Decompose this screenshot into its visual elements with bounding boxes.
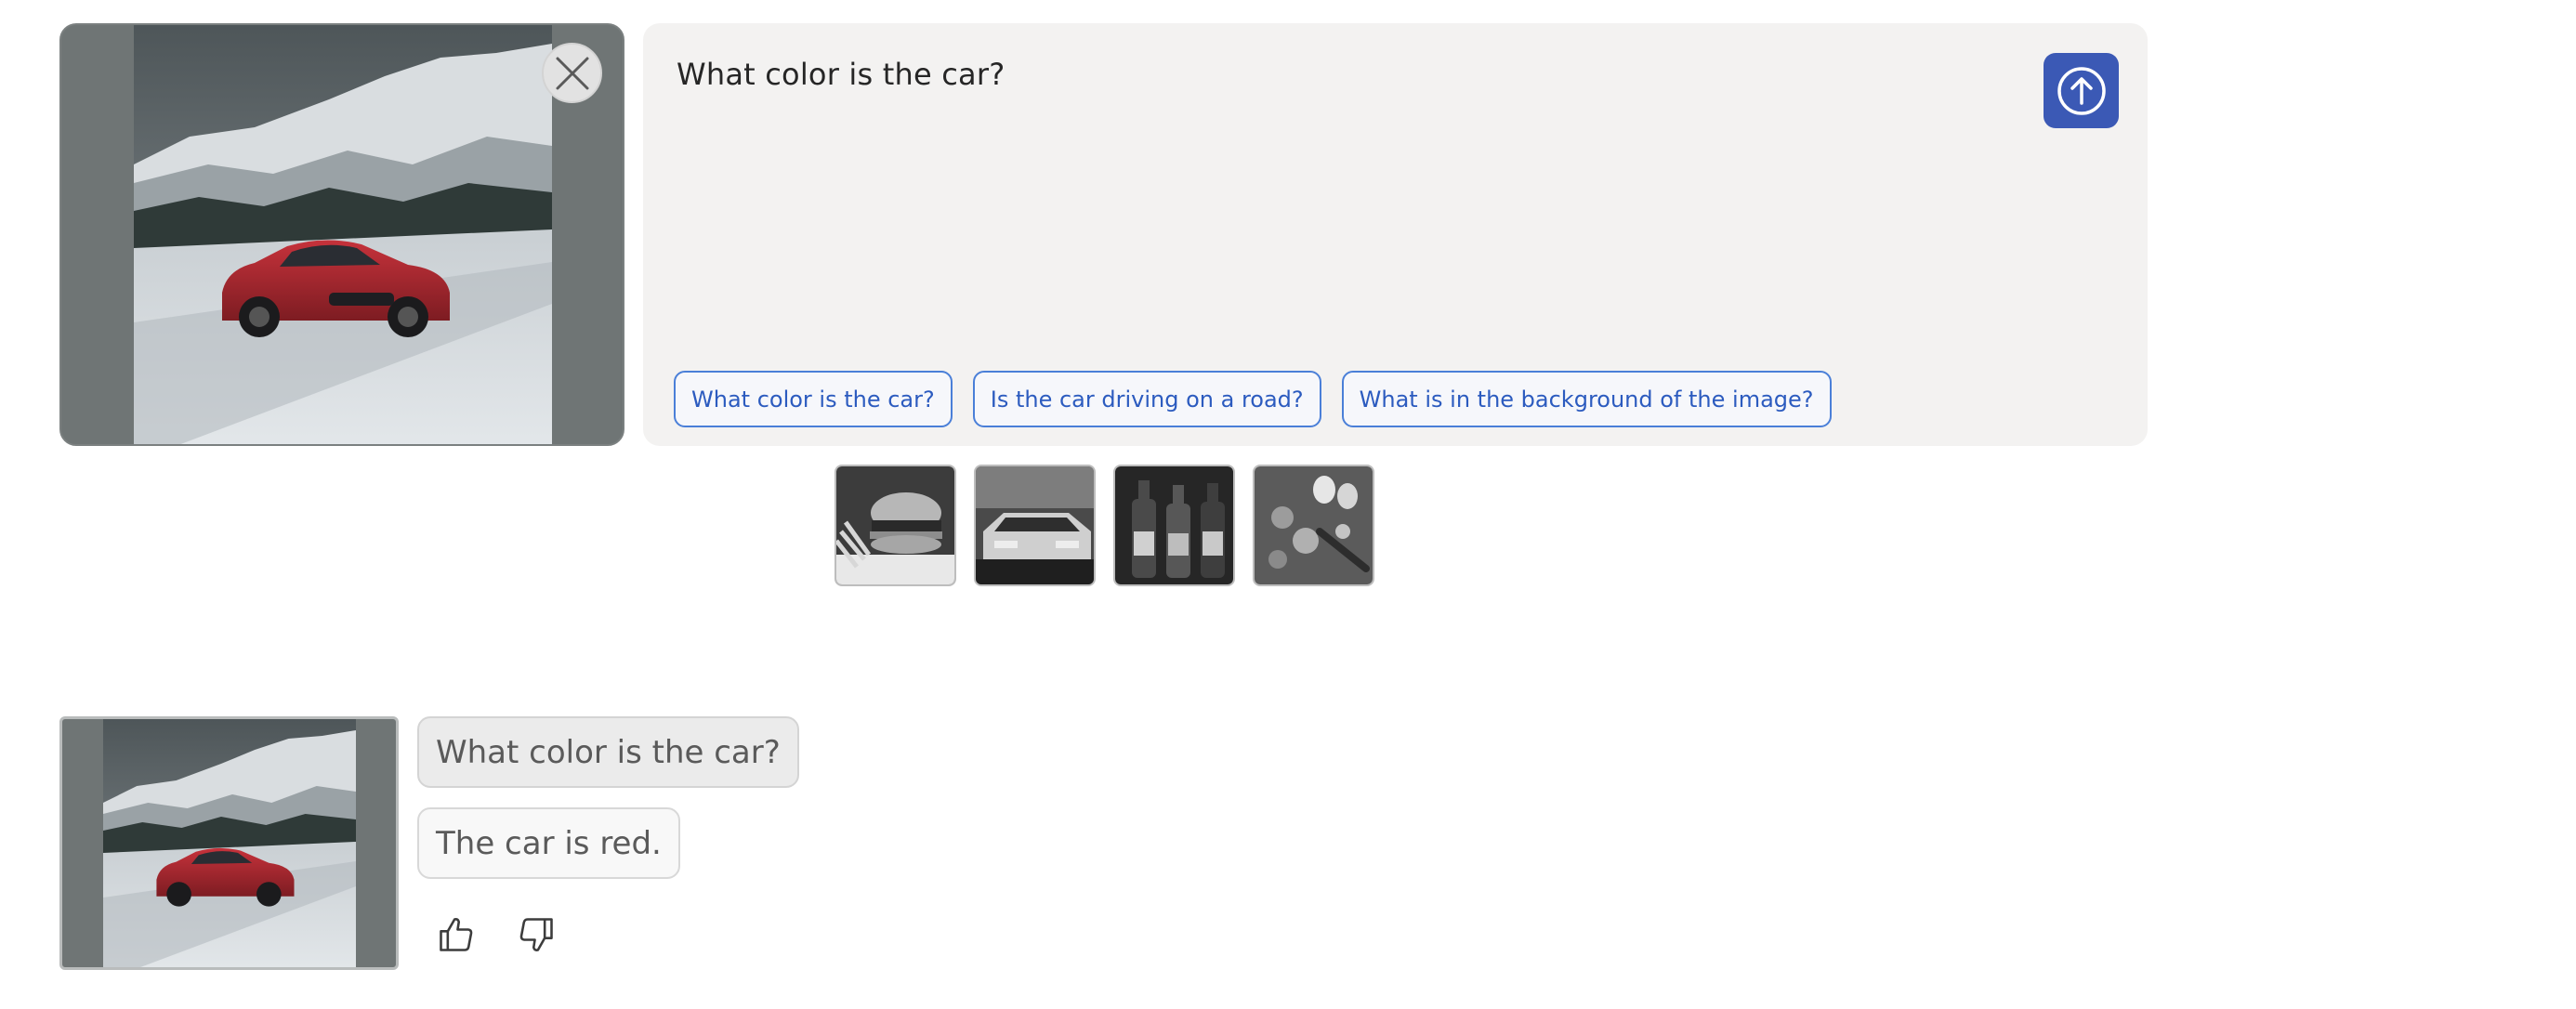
suggestion-chips: What color is the car? Is the car drivin…: [674, 371, 1832, 427]
sample-image-ingredients[interactable]: [1253, 465, 1374, 586]
suggestion-chip[interactable]: What color is the car?: [674, 371, 953, 427]
prompt-panel: What color is the car? What color is the…: [643, 23, 2148, 446]
prompt-input[interactable]: What color is the car?: [677, 57, 1005, 92]
message-image-thumbnail: [59, 716, 399, 970]
car-photo: [134, 25, 552, 444]
thumbnail-photo: [103, 719, 356, 967]
close-image-button[interactable]: [542, 43, 602, 103]
thumbs-down-icon: [519, 918, 553, 951]
sample-image-burger[interactable]: [835, 465, 956, 586]
sample-image-vintage-car[interactable]: [974, 465, 1096, 586]
thumbs-up-icon: [440, 918, 473, 951]
send-button[interactable]: [2044, 53, 2119, 128]
assistant-answer-bubble: The car is red.: [417, 807, 680, 879]
car-photo-small: [103, 719, 356, 967]
image-preview: [59, 23, 624, 446]
user-question-bubble: What color is the car?: [417, 716, 799, 788]
dislike-button[interactable]: [512, 911, 560, 959]
sample-images: [835, 465, 1374, 586]
sample-image-wine-bottles[interactable]: [1113, 465, 1235, 586]
suggestion-chip[interactable]: Is the car driving on a road?: [972, 371, 1321, 427]
close-icon: [556, 57, 588, 89]
arrow-up-circle-icon: [2057, 66, 2106, 115]
like-button[interactable]: [432, 911, 480, 959]
preview-photo: [134, 25, 552, 444]
suggestion-chip[interactable]: What is in the background of the image?: [1341, 371, 1832, 427]
